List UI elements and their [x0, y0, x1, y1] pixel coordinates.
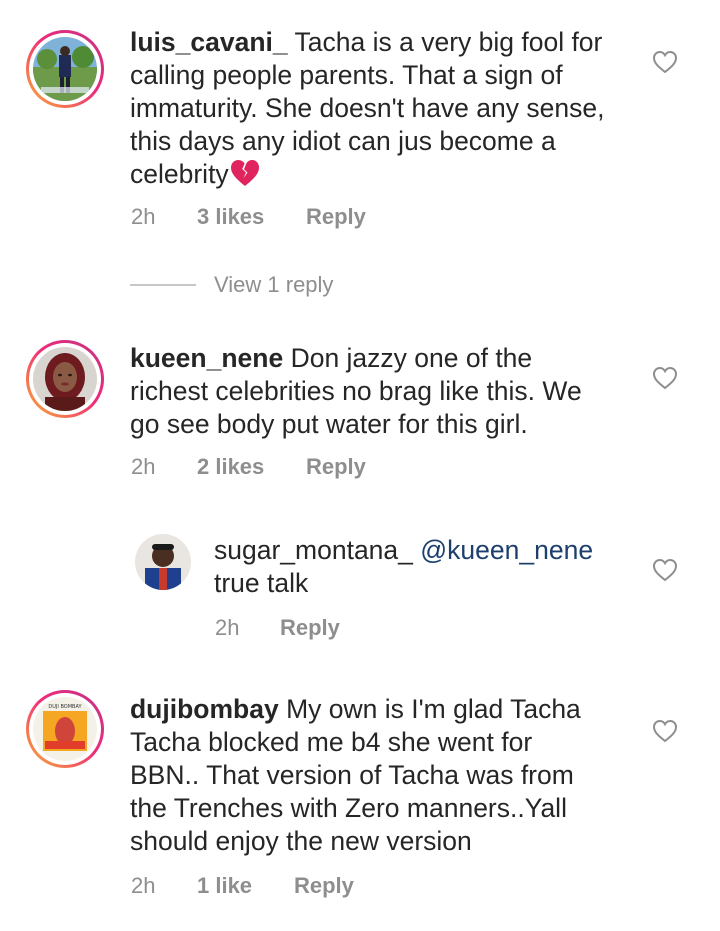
like-heart-icon[interactable] — [652, 719, 678, 743]
comment-likes[interactable]: 2 likes — [197, 454, 306, 480]
reply-text: sugar_montana_ @kueen_nene true talk — [214, 534, 634, 600]
broken-heart-emoji — [230, 159, 260, 195]
reply-button[interactable]: Reply — [280, 615, 340, 641]
comment-meta: 2h 2 likes Reply — [131, 454, 366, 480]
reply-mention[interactable]: @kueen_nene — [420, 535, 593, 565]
comment-time: 2h — [131, 204, 156, 229]
comment-body-line: should enjoy the new version — [130, 826, 472, 856]
avatar-sugar-montana[interactable] — [135, 534, 191, 590]
comment-body-line: My own is I'm glad Tacha — [286, 694, 581, 724]
comment-likes[interactable]: 3 likes — [197, 204, 306, 230]
comment-body-line: richest celebrities no brag like this. W… — [130, 376, 582, 406]
comment-kueen-nene: kueen_nene Don jazzy one of the richest … — [0, 330, 720, 660]
like-heart-icon[interactable] — [652, 366, 678, 390]
comment-body-line: Tacha is a very big fool for — [294, 27, 603, 57]
reply-body-line: true talk — [214, 568, 309, 598]
comment-body-line: Don jazzy one of the — [290, 343, 533, 373]
comment-text: kueen_nene Don jazzy one of the richest … — [130, 342, 650, 441]
reply-button[interactable]: Reply — [306, 204, 366, 230]
comment-meta: 2h 1 like Reply — [131, 873, 354, 899]
comment-meta: 2h 3 likes Reply — [131, 204, 366, 230]
view-replies-divider — [130, 284, 196, 286]
like-heart-icon[interactable] — [652, 558, 678, 582]
comment-body-line: immaturity. She doesn't have any sense, — [130, 93, 605, 123]
svg-text:DUJI BOMBAY: DUJI BOMBAY — [48, 704, 82, 710]
reply-button[interactable]: Reply — [306, 454, 366, 480]
avatar-photo — [33, 37, 97, 101]
comment-body-line: the Trenches with Zero manners..Yall — [130, 793, 567, 823]
comment-body-line: this days any idiot can jus become a — [130, 126, 556, 156]
reply-username[interactable]: sugar_montana_ — [214, 535, 413, 565]
comment-luis-cavani: luis_cavani_ Tacha is a very big fool fo… — [0, 0, 720, 320]
comment-text: luis_cavani_ Tacha is a very big fool fo… — [130, 26, 650, 195]
comment-time: 2h — [131, 873, 156, 898]
reply-meta: 2h Reply — [215, 615, 340, 641]
comment-text: dujibombay My own is I'm glad Tacha Tach… — [130, 693, 650, 858]
avatar-photo — [33, 347, 97, 411]
like-heart-icon[interactable] — [652, 50, 678, 74]
comment-username[interactable]: luis_cavani_ — [130, 27, 288, 57]
avatar-luis-cavani[interactable] — [26, 30, 104, 108]
comment-body-line: calling people parents. That a sign of — [130, 60, 563, 90]
comment-dujibombay: DUJI BOMBAY dujibombay My own is I'm gla… — [0, 680, 720, 930]
comment-body-line: celebrity — [130, 159, 229, 189]
comment-time: 2h — [131, 454, 156, 479]
avatar-photo: DUJI BOMBAY — [33, 697, 97, 761]
comment-username[interactable]: dujibombay — [130, 694, 279, 724]
avatar-kueen-nene[interactable] — [26, 340, 104, 418]
comment-body-line: Tacha blocked me b4 she went for — [130, 727, 533, 757]
reply-sugar-montana: sugar_montana_ @kueen_nene true talk 2h R… — [0, 530, 720, 650]
comment-body-line: go see body put water for this girl. — [130, 409, 528, 439]
reply-time: 2h — [215, 615, 240, 640]
comment-username[interactable]: kueen_nene — [130, 343, 283, 373]
avatar-dujibombay[interactable]: DUJI BOMBAY — [26, 690, 104, 768]
comment-likes[interactable]: 1 like — [197, 873, 294, 899]
comment-body-line: BBN.. That version of Tacha was from — [130, 760, 574, 790]
view-replies-label: View 1 reply — [214, 272, 334, 297]
reply-button[interactable]: Reply — [294, 873, 354, 899]
